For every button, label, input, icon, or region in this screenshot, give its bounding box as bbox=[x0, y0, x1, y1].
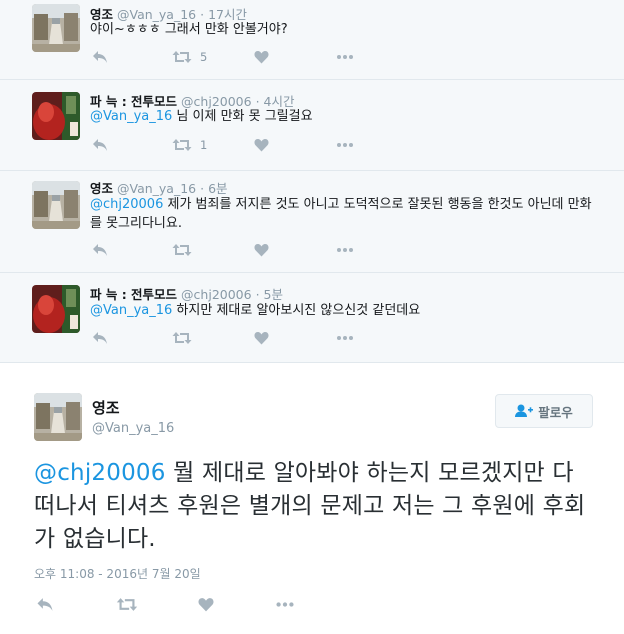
retweet-icon bbox=[116, 598, 138, 611]
mention-link[interactable]: @Van_ya_16 bbox=[90, 303, 172, 318]
display-name[interactable]: 영조 bbox=[90, 181, 113, 196]
retweet-count: 5 bbox=[200, 50, 208, 64]
tweet-date[interactable]: 오후 11:08 - 2016년 7월 20일 bbox=[34, 565, 201, 582]
heart-icon bbox=[254, 51, 269, 64]
reply-tweet[interactable]: 파 늑 : 전투모드 @chj20006 · 4시간 @Van_ya_16 님 … bbox=[0, 80, 624, 171]
reply-icon bbox=[37, 598, 53, 611]
timestamp[interactable]: 6분 bbox=[208, 181, 227, 196]
reply-tweet[interactable]: 영조 @Van_ya_16 · 6분 @chj20006 제가 범죄를 저지른 … bbox=[0, 171, 624, 273]
tweet-text: @Van_ya_16 하지만 제대로 알아보시진 않으신것 같던데요 bbox=[90, 303, 421, 318]
reply-icon bbox=[93, 139, 107, 151]
mention-link[interactable]: @chj20006 bbox=[34, 460, 166, 486]
more-button[interactable] bbox=[336, 138, 354, 152]
reply-tweet[interactable]: 영조 @Van_ya_16 · 17시간 야이~ㅎㅎㅎ 그래서 만화 안볼거야?… bbox=[0, 0, 624, 80]
user-handle[interactable]: @Van_ya_16 bbox=[92, 421, 174, 436]
avatar[interactable] bbox=[32, 92, 80, 140]
avatar[interactable] bbox=[34, 393, 82, 441]
more-button[interactable] bbox=[275, 597, 295, 612]
more-button[interactable] bbox=[336, 50, 354, 64]
like-button[interactable] bbox=[254, 138, 269, 152]
more-icon bbox=[337, 55, 353, 59]
display-name[interactable]: 영조 bbox=[92, 397, 120, 418]
display-name[interactable]: 파 늑 : 전투모드 bbox=[90, 287, 177, 302]
like-button[interactable] bbox=[198, 597, 214, 612]
main-tweet: 영조 @Van_ya_16 팔로우 @chj20006 뭘 제대로 알아봐야 하… bbox=[0, 362, 624, 634]
retweet-button[interactable]: 5 bbox=[172, 50, 207, 64]
retweet-icon bbox=[172, 332, 192, 344]
follow-button[interactable]: 팔로우 bbox=[495, 394, 593, 428]
user-handle[interactable]: @Van_ya_16 bbox=[117, 181, 196, 196]
mention-link[interactable]: @chj20006 bbox=[90, 197, 163, 212]
avatar[interactable] bbox=[32, 285, 80, 333]
reply-button[interactable] bbox=[92, 138, 108, 152]
reply-tweet[interactable]: 파 늑 : 전투모드 @chj20006 · 5분 @Van_ya_16 하지만… bbox=[0, 273, 624, 362]
tweet-text: @chj20006 뭘 제대로 알아봐야 하는지 모르겠지만 다 떠나서 티셔츠… bbox=[34, 460, 586, 552]
reply-icon bbox=[93, 244, 107, 256]
more-button[interactable] bbox=[336, 331, 354, 345]
retweet-icon bbox=[172, 51, 192, 63]
retweet-icon bbox=[172, 139, 192, 151]
replies-list: 영조 @Van_ya_16 · 17시간 야이~ㅎㅎㅎ 그래서 만화 안볼거야?… bbox=[0, 0, 624, 362]
avatar[interactable] bbox=[32, 181, 80, 229]
more-icon bbox=[276, 602, 294, 607]
user-handle[interactable]: @chj20006 bbox=[181, 287, 252, 302]
like-button[interactable] bbox=[254, 50, 269, 64]
tweet-text: @chj20006 제가 범죄를 저지른 것도 아니고 도덕적으로 잘못된 행동… bbox=[90, 197, 592, 231]
reply-icon bbox=[93, 332, 107, 344]
retweet-icon bbox=[172, 244, 192, 256]
more-icon bbox=[337, 143, 353, 147]
more-icon bbox=[337, 336, 353, 340]
retweet-button[interactable] bbox=[172, 331, 200, 345]
like-button[interactable] bbox=[254, 243, 269, 257]
reply-button[interactable] bbox=[92, 331, 108, 345]
retweet-count: 1 bbox=[200, 138, 208, 152]
retweet-button[interactable]: 1 bbox=[172, 138, 207, 152]
follow-user-icon bbox=[515, 404, 534, 417]
reply-button[interactable] bbox=[92, 243, 108, 257]
timestamp[interactable]: 5분 bbox=[264, 287, 283, 302]
tweet-text: @Van_ya_16 님 이제 만화 못 그릴걸요 bbox=[90, 109, 313, 124]
more-button[interactable] bbox=[336, 243, 354, 257]
more-icon bbox=[337, 248, 353, 252]
retweet-button[interactable] bbox=[172, 243, 200, 257]
reply-icon bbox=[93, 51, 107, 63]
retweet-button[interactable] bbox=[116, 597, 138, 612]
heart-icon bbox=[254, 244, 269, 257]
reply-button[interactable] bbox=[36, 597, 54, 612]
avatar[interactable] bbox=[32, 4, 80, 52]
heart-icon bbox=[254, 332, 269, 345]
mention-link[interactable]: @Van_ya_16 bbox=[90, 109, 172, 124]
heart-icon bbox=[254, 139, 269, 152]
like-button[interactable] bbox=[254, 331, 269, 345]
reply-button[interactable] bbox=[92, 50, 108, 64]
follow-label: 팔로우 bbox=[538, 404, 573, 420]
tweet-text: 야이~ㅎㅎㅎ 그래서 만화 안볼거야? bbox=[90, 22, 288, 37]
heart-icon bbox=[198, 598, 214, 612]
